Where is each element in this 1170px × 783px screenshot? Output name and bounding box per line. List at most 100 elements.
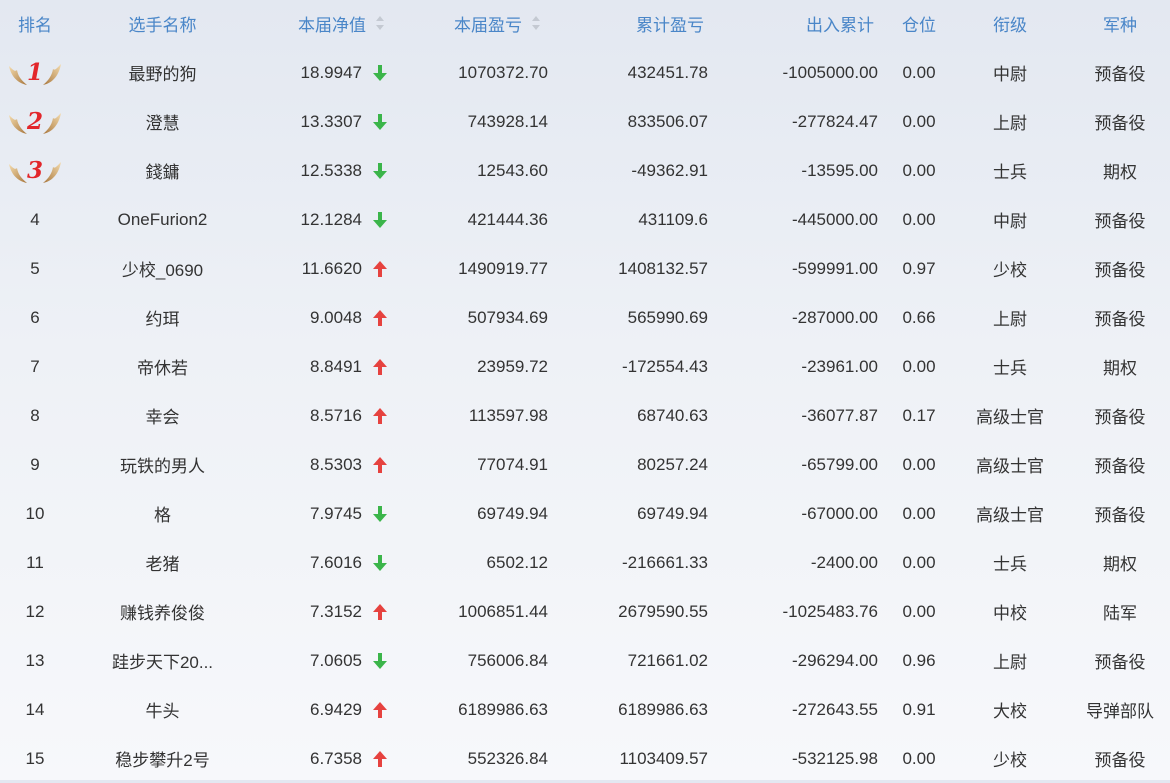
player-name[interactable]: 玩铁的男人: [85, 440, 240, 489]
current-pnl: 1006851.44: [458, 601, 548, 621]
service-branch: 预备役: [1094, 65, 1146, 84]
current-pnl: 1070372.70: [458, 62, 548, 82]
table-row[interactable]: 6 约珥 9.0048 507934.69 565990.69 -287000.00 0.6…: [0, 293, 1170, 342]
net-value: 7.3152: [310, 601, 362, 621]
table-row[interactable]: 15 稳步攀升2号 6.7358 552326.84 1103409.57 -532125…: [0, 734, 1170, 783]
net-value: 12.5338: [300, 160, 362, 180]
player-name[interactable]: 錢鏞: [85, 146, 240, 195]
rank-grade: 上尉: [993, 653, 1027, 672]
table-row[interactable]: 1 最野的狗 18.9947 1070372.70 432451.78 -1005000…: [0, 48, 1170, 97]
header-cumulative-pnl[interactable]: 累计盈亏: [560, 0, 704, 46]
cumulative-pnl: 1408132.57: [618, 258, 708, 278]
current-pnl: 743928.14: [467, 111, 548, 131]
table-row[interactable]: 14 牛头 6.9429 6189986.63 6189986.63 -272643.55…: [0, 685, 1170, 734]
table-row[interactable]: 7 帝休若 8.8491 23959.72 -172554.43 -23961.00 0.0…: [0, 342, 1170, 391]
player-name[interactable]: 老猪: [85, 538, 240, 587]
cumulative-pnl: 431109.6: [638, 209, 708, 229]
net-value: 18.9947: [300, 62, 362, 82]
cumulative-pnl: 6189986.63: [618, 699, 708, 719]
rank-grade: 少校: [993, 751, 1027, 770]
service-branch: 预备役: [1094, 457, 1146, 476]
player-name[interactable]: 赚钱养俊俊: [85, 587, 240, 636]
table-row[interactable]: 4 OneFurion2 12.1284 421444.36 431109.6 -4450…: [0, 195, 1170, 244]
arrow-down-icon: [366, 636, 394, 685]
rank-grade: 高级士官: [976, 506, 1044, 525]
net-value: 8.8491: [310, 356, 362, 376]
cash-flow-total: -2400.00: [810, 552, 878, 572]
cash-flow-total: -532125.98: [791, 748, 878, 768]
table-row[interactable]: 5 少校_0690 11.6620 1490919.77 1408132.57 -5999…: [0, 244, 1170, 293]
service-branch: 期权: [1103, 555, 1137, 574]
current-pnl: 69749.94: [477, 503, 548, 523]
header-rank[interactable]: 排名: [0, 0, 70, 46]
arrow-up-icon: [366, 587, 394, 636]
table-row[interactable]: 2 澄慧 13.3307 743928.14 833506.07 -277824.47 0…: [0, 97, 1170, 146]
rank-cell: 2: [0, 97, 70, 146]
header-service-branch[interactable]: 军种: [1070, 0, 1170, 46]
table-row[interactable]: 8 幸会 8.5716 113597.98 68740.63 -36077.87 0.17 高…: [0, 391, 1170, 440]
arrow-up-icon: [366, 293, 394, 342]
header-rank-grade[interactable]: 衔级: [960, 0, 1060, 46]
header-nav-sortable[interactable]: 本届净值: [250, 0, 384, 46]
table-row[interactable]: 12 赚钱养俊俊 7.3152 1006851.44 2679590.55 -102548…: [0, 587, 1170, 636]
service-branch: 预备役: [1094, 751, 1146, 770]
rank-cell: 13: [25, 650, 45, 670]
player-name[interactable]: OneFurion2: [85, 195, 240, 244]
player-name[interactable]: 跬步天下20...: [85, 636, 240, 685]
position-ratio: 0.00: [902, 111, 936, 131]
rank-grade: 上尉: [993, 114, 1027, 133]
player-name[interactable]: 帝休若: [85, 342, 240, 391]
table-row[interactable]: 9 玩铁的男人 8.5303 77074.91 80257.24 -65799.00 0.0…: [0, 440, 1170, 489]
cumulative-pnl: -49362.91: [631, 160, 708, 180]
header-pnl-sortable[interactable]: 本届盈亏: [420, 0, 582, 46]
player-name[interactable]: 少校_0690: [85, 244, 240, 293]
header-cash-flow[interactable]: 出入累计: [720, 0, 874, 46]
service-branch: 预备役: [1094, 310, 1146, 329]
cash-flow-total: -287000.00: [791, 307, 878, 327]
player-name[interactable]: 牛头: [85, 685, 240, 734]
rank-grade: 大校: [993, 702, 1027, 721]
leaderboard-table: 排名 选手名称 本届净值 本届盈亏 累计盈亏 出入累计 仓位 衔级 军种 1 最…: [0, 0, 1170, 780]
sort-icon[interactable]: [532, 16, 540, 30]
current-pnl: 507934.69: [467, 307, 548, 327]
rank-cell: 4: [30, 209, 40, 229]
cash-flow-total: -296294.00: [791, 650, 878, 670]
net-value: 8.5303: [310, 454, 362, 474]
table-row[interactable]: 11 老猪 7.6016 6502.12 -216661.33 -2400.00 0.00 士…: [0, 538, 1170, 587]
current-pnl: 6189986.63: [458, 699, 548, 719]
position-ratio: 0.96: [902, 650, 936, 670]
net-value: 6.7358: [310, 748, 362, 768]
player-name[interactable]: 澄慧: [85, 97, 240, 146]
cumulative-pnl: 80257.24: [637, 454, 708, 474]
arrow-up-icon: [366, 685, 394, 734]
player-name[interactable]: 格: [85, 489, 240, 538]
rank-medal: 1: [7, 58, 63, 88]
header-player-name[interactable]: 选手名称: [85, 0, 240, 46]
header-position[interactable]: 仓位: [885, 0, 953, 46]
rank-grade: 高级士官: [976, 408, 1044, 427]
player-name[interactable]: 最野的狗: [85, 48, 240, 97]
table-row[interactable]: 13 跬步天下20... 7.0605 756006.84 721661.02 -2962…: [0, 636, 1170, 685]
arrow-down-icon: [366, 97, 394, 146]
table-row[interactable]: 3 錢鏞 12.5338 12543.60 -49362.91 -13595.00 0.0…: [0, 146, 1170, 195]
arrow-down-icon: [366, 538, 394, 587]
rank-grade: 中尉: [993, 212, 1027, 231]
service-branch: 预备役: [1094, 408, 1146, 427]
net-value: 12.1284: [300, 209, 362, 229]
header-nav-label: 本届净值: [298, 15, 366, 35]
player-name[interactable]: 稳步攀升2号: [85, 734, 240, 783]
rank-cell: 7: [30, 356, 40, 376]
service-branch: 预备役: [1094, 261, 1146, 280]
rank-cell: 8: [30, 405, 40, 425]
player-name[interactable]: 幸会: [85, 391, 240, 440]
table-row[interactable]: 10 格 7.9745 69749.94 69749.94 -67000.00 0.00 高级…: [0, 489, 1170, 538]
rank-cell: 12: [25, 601, 45, 621]
cumulative-pnl: -172554.43: [621, 356, 708, 376]
rank-grade: 士兵: [993, 359, 1027, 378]
player-name[interactable]: 约珥: [85, 293, 240, 342]
net-value: 13.3307: [300, 111, 362, 131]
current-pnl: 421444.36: [467, 209, 548, 229]
sort-icon[interactable]: [376, 16, 384, 30]
service-branch: 预备役: [1094, 212, 1146, 231]
net-value: 7.9745: [310, 503, 362, 523]
